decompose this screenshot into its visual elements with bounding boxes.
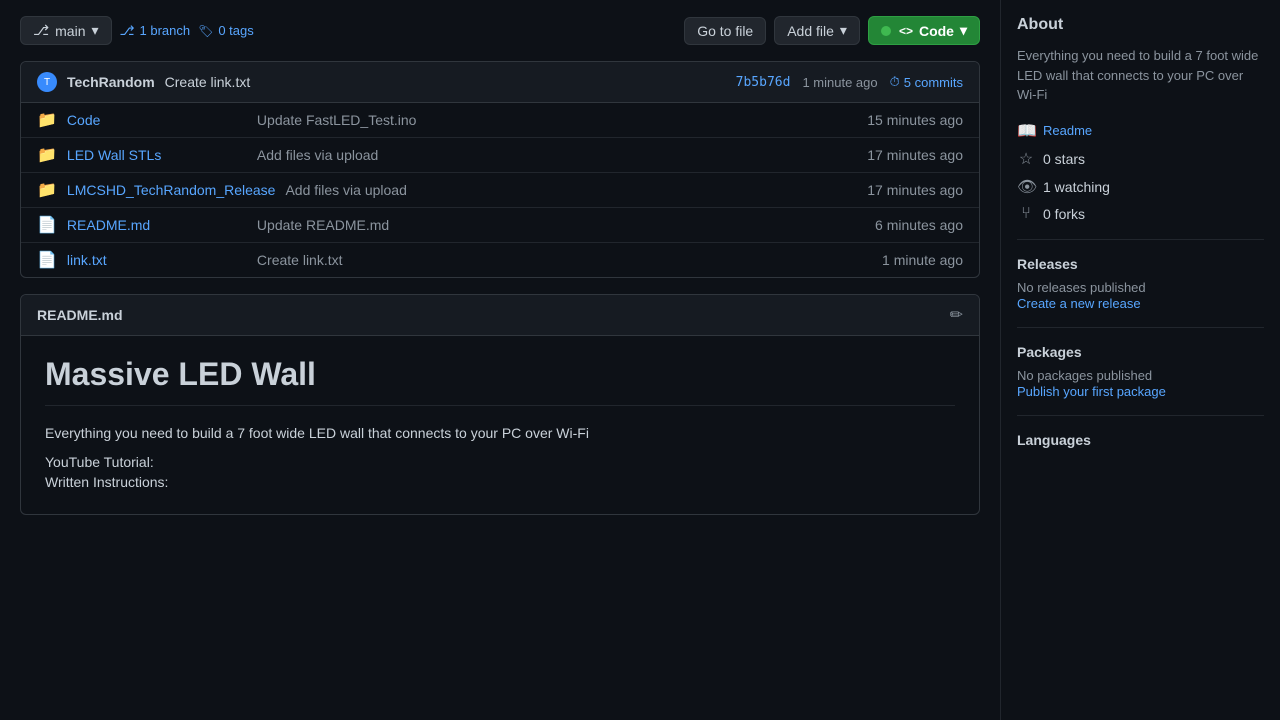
eye-icon: 👁 — [1017, 177, 1035, 197]
readme-written-label: Written Instructions: — [45, 474, 955, 490]
code-chevron-icon — [960, 22, 967, 39]
sidebar-divider-3 — [1017, 415, 1264, 416]
file-commit-0: Update FastLED_Test.ino — [257, 112, 857, 128]
file-row: 📁 LMCSHD_TechRandom_Release Add files vi… — [21, 173, 979, 208]
branch-count-link[interactable]: 1 branch — [120, 23, 191, 39]
stars-count[interactable]: 0 stars — [1043, 151, 1085, 167]
file-commit-2: Add files via upload — [285, 182, 857, 198]
readme-body: Massive LED Wall Everything you need to … — [21, 336, 979, 514]
readme-header: README.md ✏ — [21, 295, 979, 336]
readme-youtube-label: YouTube Tutorial: — [45, 454, 955, 470]
stars-stat: ☆ 0 stars — [1017, 149, 1264, 169]
file-name-code[interactable]: Code — [67, 112, 247, 128]
packages-note: No packages published — [1017, 368, 1264, 383]
file-row: 📄 README.md Update README.md 6 minutes a… — [21, 208, 979, 243]
readme-title: README.md — [37, 307, 123, 323]
releases-link[interactable]: Create a new release — [1017, 296, 1141, 311]
file-time-2: 17 minutes ago — [867, 182, 963, 198]
packages-link[interactable]: Publish your first package — [1017, 384, 1166, 399]
readme-description: Everything you need to build a 7 foot wi… — [45, 422, 955, 444]
packages-title: Packages — [1017, 344, 1264, 360]
file-name-ledwall[interactable]: LED Wall STLs — [67, 147, 247, 163]
about-title: About — [1017, 16, 1264, 34]
branch-icon-2 — [120, 23, 135, 39]
edit-icon[interactable]: ✏ — [950, 305, 963, 325]
watching-count[interactable]: 1 watching — [1043, 179, 1110, 195]
branch-icon — [33, 22, 49, 39]
code-button[interactable]: <> Code — [868, 16, 980, 45]
commit-author[interactable]: TechRandom — [67, 74, 155, 90]
sidebar-divider — [1017, 239, 1264, 240]
commits-link[interactable]: ⏱ 5 commits — [890, 74, 963, 90]
about-desc: Everything you need to build a 7 foot wi… — [1017, 46, 1264, 105]
avatar: T — [37, 72, 57, 92]
file-icon: 📄 — [37, 215, 57, 235]
file-icon: 📄 — [37, 250, 57, 270]
star-icon: ☆ — [1017, 149, 1035, 169]
file-name-readme[interactable]: README.md — [67, 217, 247, 233]
watching-stat: 👁 1 watching — [1017, 177, 1264, 197]
sidebar: About Everything you need to build a 7 f… — [1000, 0, 1280, 720]
forks-stat: ⑂ 0 forks — [1017, 205, 1264, 223]
readme-link[interactable]: Readme — [1043, 123, 1092, 138]
file-time-4: 1 minute ago — [882, 252, 963, 268]
book-icon: 📖 — [1017, 121, 1035, 141]
commit-time: 1 minute ago — [802, 75, 877, 90]
add-file-chevron-icon — [840, 22, 847, 39]
commit-bar: T TechRandom Create link.txt 7b5b76d 1 m… — [21, 62, 979, 103]
sidebar-divider-2 — [1017, 327, 1264, 328]
file-row: 📄 link.txt Create link.txt 1 minute ago — [21, 243, 979, 277]
readme-stat: 📖 Readme — [1017, 121, 1264, 141]
file-time-1: 17 minutes ago — [867, 147, 963, 163]
file-panel: T TechRandom Create link.txt 7b5b76d 1 m… — [20, 61, 980, 278]
file-commit-3: Update README.md — [257, 217, 865, 233]
releases-title: Releases — [1017, 256, 1264, 272]
readme-heading: Massive LED Wall — [45, 356, 955, 406]
code-dot — [881, 26, 891, 36]
forks-count[interactable]: 0 forks — [1043, 206, 1085, 222]
go-to-file-button[interactable]: Go to file — [684, 17, 766, 45]
branch-chevron-icon — [92, 22, 99, 39]
tag-icon: 🏷 — [198, 24, 213, 38]
commits-count: 5 commits — [904, 75, 963, 90]
file-time-3: 6 minutes ago — [875, 217, 963, 233]
file-commit-1: Add files via upload — [257, 147, 857, 163]
branch-label: main — [55, 23, 85, 39]
folder-icon: 📁 — [37, 145, 57, 165]
clock-icon: ⏱ — [890, 74, 900, 90]
file-commit-4: Create link.txt — [257, 252, 872, 268]
code-label: Code — [919, 23, 954, 39]
add-file-button[interactable]: Add file — [774, 16, 860, 45]
folder-icon: 📁 — [37, 110, 57, 130]
file-name-linktxt[interactable]: link.txt — [67, 252, 247, 268]
commit-hash[interactable]: 7b5b76d — [736, 75, 791, 90]
tags-count-link[interactable]: 🏷 0 tags — [198, 23, 254, 38]
branch-selector[interactable]: main — [20, 16, 112, 45]
file-row: 📁 Code Update FastLED_Test.ino 15 minute… — [21, 103, 979, 138]
code-icon: <> — [899, 24, 913, 38]
add-file-label: Add file — [787, 23, 834, 39]
releases-note: No releases published — [1017, 280, 1264, 295]
file-row: 📁 LED Wall STLs Add files via upload 17 … — [21, 138, 979, 173]
commit-message: Create link.txt — [165, 74, 251, 90]
readme-panel: README.md ✏ Massive LED Wall Everything … — [20, 294, 980, 515]
file-name-lmcshd[interactable]: LMCSHD_TechRandom_Release — [67, 182, 276, 198]
go-to-file-label: Go to file — [697, 23, 753, 39]
file-time-0: 15 minutes ago — [867, 112, 963, 128]
languages-title: Languages — [1017, 432, 1264, 448]
toolbar: main 1 branch 🏷 0 tags Go to file Add fi… — [20, 16, 980, 45]
folder-icon: 📁 — [37, 180, 57, 200]
fork-icon: ⑂ — [1017, 205, 1035, 223]
